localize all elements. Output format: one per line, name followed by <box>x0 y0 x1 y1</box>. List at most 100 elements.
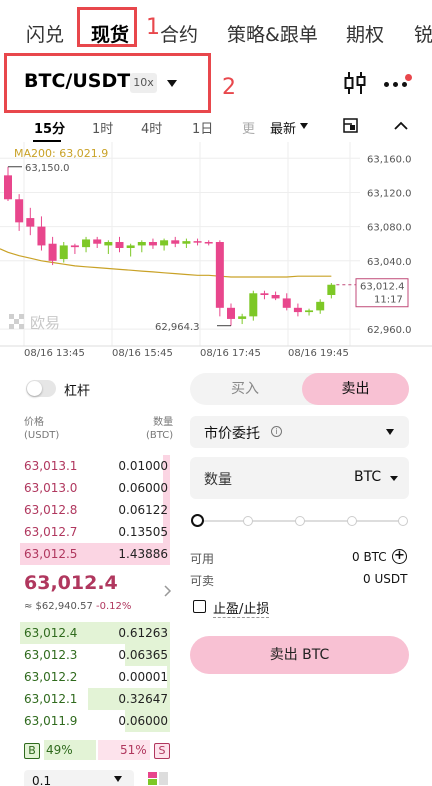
candle <box>271 291 280 301</box>
chevron-right-icon[interactable] <box>164 585 172 597</box>
slider-step-25[interactable] <box>243 516 253 526</box>
ask-qty: 0.06000 <box>118 481 168 495</box>
chart-settings-icon[interactable] <box>343 118 358 133</box>
tpsl-checkbox[interactable] <box>193 600 206 613</box>
candle <box>293 303 302 317</box>
candle <box>115 236 124 253</box>
ask-qty: 1.43886 <box>118 547 168 561</box>
sellable-value: 0 USDT <box>363 572 408 586</box>
bid-row[interactable]: 63,012.1 0.32647 <box>20 688 170 710</box>
bid-price: 63,012.4 <box>24 626 78 640</box>
tpsl-label[interactable]: 止盈/止损 <box>213 598 270 618</box>
available-label: 可用 <box>190 552 215 566</box>
ask-row[interactable]: 63,012.8 0.06122 <box>20 499 170 521</box>
chevron-down-icon <box>390 476 398 481</box>
buy-ratio-tag: B <box>24 743 40 759</box>
bid-qty: 0.06000 <box>118 714 168 728</box>
candle <box>316 299 325 314</box>
candle <box>171 236 180 248</box>
annotation-box-1 <box>77 7 137 47</box>
bid-row[interactable]: 63,012.4 0.61263 <box>20 622 170 644</box>
sell-tab[interactable]: 卖出 <box>302 373 409 405</box>
candle-body <box>48 243 57 261</box>
transfer-plus-icon[interactable]: + <box>392 549 407 564</box>
bid-row[interactable]: 63,011.9 0.06000 <box>20 710 170 732</box>
bid-price: 63,012.2 <box>24 670 78 684</box>
depth-select[interactable]: 0.1 <box>24 770 134 786</box>
timeframe-1h[interactable]: 1时 <box>92 118 113 137</box>
slider-step-100[interactable] <box>398 516 408 526</box>
timeframe-15m[interactable]: 15分 <box>34 118 65 137</box>
candle-body <box>293 307 302 313</box>
candle-body <box>227 307 235 319</box>
candle <box>59 242 68 263</box>
chart-y-axis: 63,160.0 63,120.0 63,080.0 63,040.0 62,960.0 <box>367 154 412 336</box>
timeframe-more[interactable]: 更 <box>242 118 255 137</box>
chevron-down-icon[interactable] <box>167 80 177 87</box>
bid-row[interactable]: 63,012.3 0.06365 <box>20 644 170 666</box>
candle <box>26 207 35 236</box>
depth-view-icon[interactable] <box>148 772 168 786</box>
candle <box>104 240 113 254</box>
candle <box>238 313 247 325</box>
bid-price: 63,012.3 <box>24 648 78 662</box>
tab-options[interactable]: 期权 <box>346 20 384 47</box>
last-price-sub: ≈ $62,940.57 -0.12% <box>24 601 131 612</box>
ob-price-header: 价格 (USDT) <box>24 416 59 442</box>
timeframe-4h[interactable]: 4时 <box>141 118 162 137</box>
ask-row[interactable]: 63,013.1 0.01000 <box>20 455 170 477</box>
bid-price: 63,011.9 <box>24 714 78 728</box>
price-chart[interactable]: 63,160.0 63,120.0 63,080.0 63,040.0 62,960.0… <box>0 142 432 372</box>
low-marker-label: 62,964.3 <box>155 322 200 333</box>
tab-strategy[interactable]: 策略&跟单 <box>227 20 318 47</box>
ask-row[interactable]: 63,012.7 0.13505 <box>20 521 170 543</box>
candle <box>327 283 336 299</box>
candle <box>15 194 24 231</box>
toggle-knob <box>27 381 42 396</box>
pair-symbol[interactable]: BTC/USDT <box>24 70 130 92</box>
candlestick-icon[interactable] <box>344 70 368 96</box>
sell-btc-button[interactable]: 卖出 BTC <box>190 636 409 674</box>
candle-body <box>327 284 336 295</box>
tab-swap[interactable]: 闪兑 <box>26 20 64 47</box>
price-type-select[interactable]: 最新 <box>270 118 296 137</box>
slider-step-75[interactable] <box>347 516 357 526</box>
annotation-label-2: 2 <box>222 75 236 100</box>
more-dots-icon[interactable] <box>384 74 414 88</box>
chevron-down-icon <box>386 429 394 435</box>
y-tick-label: 63,040.0 <box>367 257 412 268</box>
depth-value: 0.1 <box>32 774 52 786</box>
candle <box>249 290 258 321</box>
candle <box>148 238 157 249</box>
candle-body <box>282 298 291 308</box>
slider-step-50[interactable] <box>295 516 305 526</box>
candle-body <box>160 240 169 246</box>
ask-qty: 0.06122 <box>118 503 168 517</box>
y-tick-label: 62,960.0 <box>367 325 412 336</box>
ask-qty: 0.01000 <box>118 459 168 473</box>
buy-tab[interactable]: 买入 <box>190 373 300 405</box>
info-icon[interactable]: i <box>271 426 282 437</box>
x-tick-3: 08/16 17:45 <box>200 348 261 359</box>
margin-toggle[interactable] <box>26 380 56 397</box>
tab-futures[interactable]: 合约 <box>160 20 198 47</box>
chevron-up-icon[interactable] <box>394 121 408 131</box>
candle <box>260 290 269 300</box>
buy-ratio-value: 49% <box>46 743 73 757</box>
order-type-select[interactable]: 市价委托 i <box>190 416 409 448</box>
quantity-input[interactable]: 数量 BTC <box>190 457 409 499</box>
price-type-caret-icon[interactable] <box>300 123 308 129</box>
bid-row[interactable]: 63,012.2 0.00001 <box>20 666 170 688</box>
candle-countdown: 11:17 <box>374 295 403 306</box>
timeframe-1d[interactable]: 1日 <box>192 118 213 137</box>
candle-body <box>15 199 24 223</box>
order-type-value: 市价委托 <box>204 426 260 442</box>
tab-overflow[interactable]: 锐 <box>414 20 432 47</box>
high-marker-label: 63,150.0 <box>25 163 70 174</box>
ask-row[interactable]: 63,012.5 1.43886 <box>20 543 170 565</box>
amount-slider-handle[interactable] <box>191 514 204 527</box>
ask-row[interactable]: 63,013.0 0.06000 <box>20 477 170 499</box>
ask-price: 63,012.8 <box>24 503 78 517</box>
candle-body <box>104 242 113 246</box>
quantity-unit[interactable]: BTC <box>354 469 381 485</box>
